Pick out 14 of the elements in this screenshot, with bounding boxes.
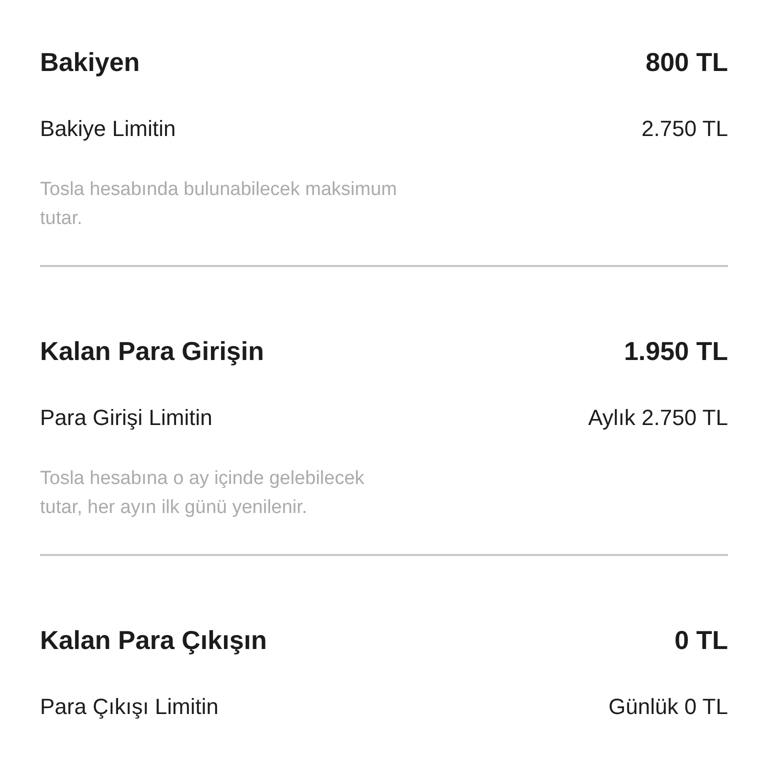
amount-value: 0 TL [674, 624, 728, 656]
limit-label: Para Girişi Limitin [40, 404, 212, 432]
limit-value: Aylık 2.750 TL [588, 404, 728, 432]
limit-label: Para Çıkışı Limitin [40, 692, 218, 721]
limit-label: Bakiye Limitin [40, 114, 176, 143]
section-title: Bakiyen [40, 46, 140, 78]
section-title: Kalan Para Girişin [40, 334, 264, 368]
description-text: Tosla hesabına o ay içinde gelebilecek tutar, her ayın ilk günü yenilenir. [40, 467, 366, 520]
limit-value: Günlük 0 TL [608, 692, 728, 720]
amount-value: 1.950 TL [624, 334, 728, 368]
section-title: Kalan Para Çıkışın [40, 624, 267, 656]
limit-value: 2.750 TL [642, 114, 728, 142]
amount-value: 800 TL [646, 46, 728, 78]
description-text: Tosla hesabında bulunabilecek maksimum tutar. [40, 178, 398, 231]
